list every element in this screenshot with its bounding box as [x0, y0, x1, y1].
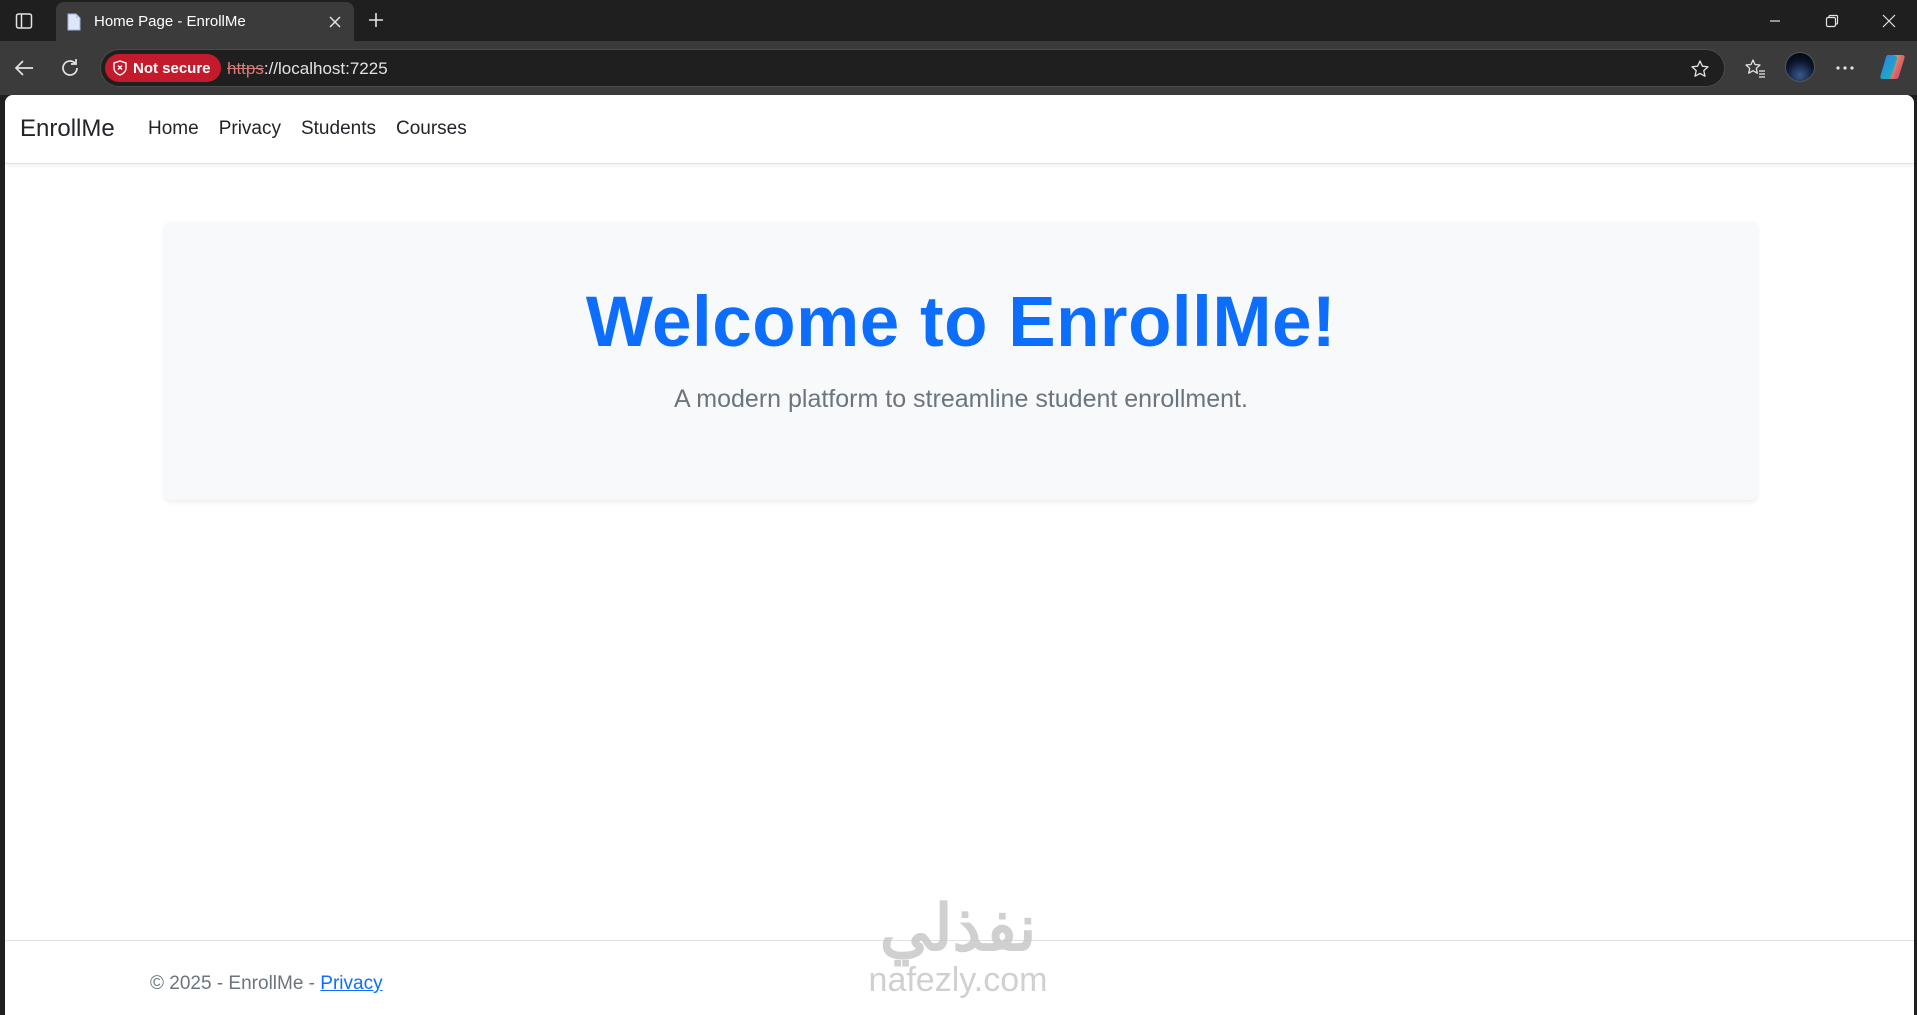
refresh-icon[interactable]	[56, 54, 84, 82]
restore-button[interactable]	[1809, 6, 1855, 36]
minimize-button[interactable]	[1752, 6, 1798, 36]
star-icon[interactable]	[1688, 57, 1712, 81]
close-icon	[1882, 14, 1896, 28]
restore-icon	[1825, 14, 1839, 28]
browser-toolbar: Not secure https://localhost:7225	[0, 41, 1917, 95]
nav-home[interactable]: Home	[148, 118, 199, 140]
tab-title: Home Page - EnrollMe	[94, 13, 246, 30]
favorites-icon[interactable]	[1741, 54, 1769, 82]
profile-avatar[interactable]	[1785, 52, 1815, 82]
new-tab-button[interactable]	[364, 8, 388, 32]
url-host: ://localhost:7225	[263, 59, 388, 78]
sidebar-icon[interactable]	[12, 9, 36, 33]
site-navbar: EnrollMe Home Privacy Students Courses	[5, 95, 1914, 164]
hero-title: Welcome to EnrollMe!	[585, 283, 1337, 362]
nav-links: Home Privacy Students Courses	[148, 118, 467, 140]
site-footer: © 2025 - EnrollMe - Privacy	[5, 940, 1914, 1015]
security-badge[interactable]: Not secure	[105, 54, 221, 82]
shield-icon	[113, 60, 127, 76]
footer-text: © 2025 - EnrollMe - Privacy	[150, 973, 383, 995]
close-icon[interactable]	[324, 11, 346, 33]
back-arrow-icon[interactable]	[10, 54, 38, 82]
copyright-text: © 2025 - EnrollMe -	[150, 973, 321, 994]
hero-section: Welcome to EnrollMe! A modern platform t…	[165, 222, 1757, 500]
security-label: Not secure	[133, 59, 211, 77]
address-bar[interactable]: Not secure https://localhost:7225	[100, 49, 1725, 87]
tab-strip: Home Page - EnrollMe	[0, 0, 1917, 41]
page-icon	[66, 13, 82, 31]
brand-link[interactable]: EnrollMe	[20, 115, 115, 143]
copilot-icon[interactable]	[1878, 51, 1908, 81]
url-scheme: https	[227, 59, 264, 78]
hero-subtitle: A modern platform to streamline student …	[674, 385, 1248, 413]
page-viewport: EnrollMe Home Privacy Students Courses W…	[5, 95, 1914, 1015]
minimize-icon	[1770, 20, 1780, 22]
plus-icon	[369, 13, 383, 27]
nav-students[interactable]: Students	[301, 118, 376, 140]
url-text[interactable]: https://localhost:7225	[227, 59, 388, 79]
nav-privacy[interactable]: Privacy	[219, 118, 281, 140]
window-close-button[interactable]	[1866, 6, 1912, 36]
footer-privacy-link[interactable]: Privacy	[320, 973, 382, 994]
browser-tab[interactable]: Home Page - EnrollMe	[56, 2, 354, 41]
more-icon[interactable]	[1831, 54, 1859, 82]
nav-courses[interactable]: Courses	[396, 118, 467, 140]
